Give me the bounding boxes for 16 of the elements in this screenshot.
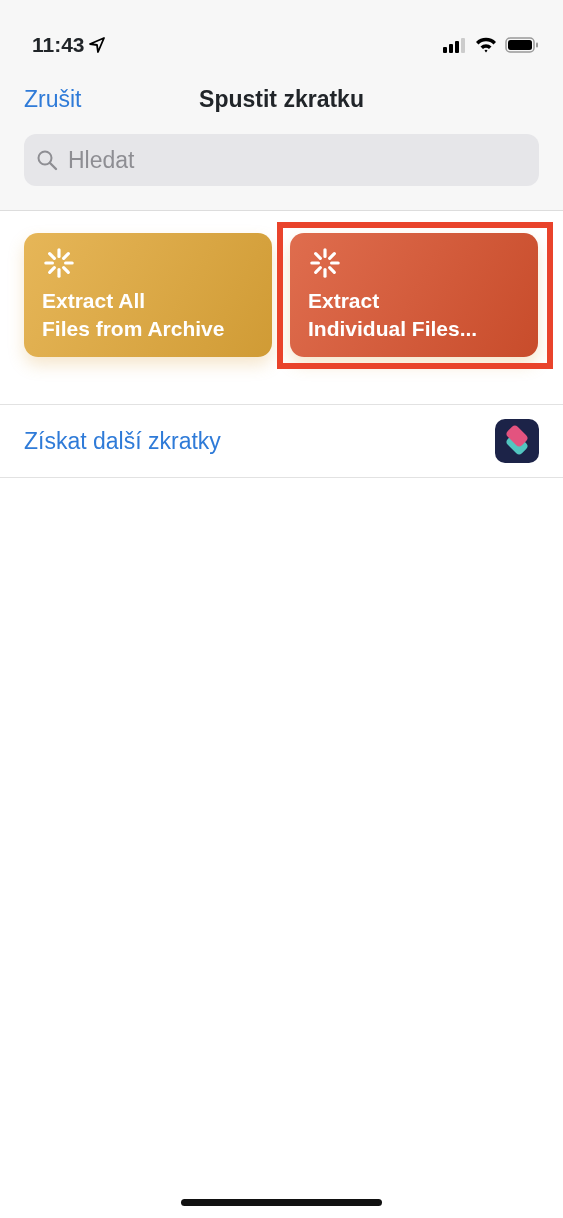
spinner-icon [42,247,76,279]
shortcut-tile[interactable]: Extract All Files from Archive [24,233,272,357]
location-arrow-icon [88,37,105,53]
clock-time: 11:43 [32,32,85,59]
cancel-button[interactable]: Zrušit [24,81,82,117]
get-more-shortcuts-link[interactable]: Získat další zkratky [24,423,221,459]
spinner-icon [308,247,342,279]
app-icon [495,419,539,463]
search-icon [36,149,58,171]
screen-title: Spustit zkratku [199,84,364,114]
wifi-icon [475,37,497,53]
shortcut-title: Extract All Files from Archive [42,288,226,342]
battery-icon [505,37,539,53]
shortcut-tile[interactable]: Extract Individual Files... [290,233,538,357]
signal-icon [443,37,467,53]
shortcut-title: Extract Individual Files... [308,288,479,342]
